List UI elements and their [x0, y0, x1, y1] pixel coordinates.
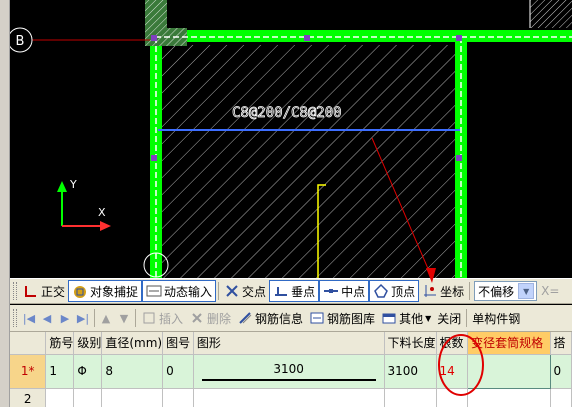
grip-point	[151, 155, 157, 161]
column-header[interactable]: 直径(mm)	[101, 332, 164, 355]
left-panel-strip	[0, 0, 10, 407]
toolbar-grip[interactable]	[13, 309, 17, 327]
column-header[interactable]: 图号	[162, 332, 194, 355]
single-member-button[interactable]: 单构件钢	[469, 307, 523, 329]
column-header[interactable]: 图形	[193, 332, 385, 355]
rebar-grid-toolbar: |◀ ◀ ▶ ▶| ▲ ▼ 插入 删除 钢筋信息 钢筋图库 其他 ▼ 关闭 单构…	[10, 305, 572, 332]
row-number[interactable]: 1*	[10, 354, 47, 389]
move-down-icon[interactable]: ▼	[115, 308, 133, 328]
dynamic-input-icon	[146, 283, 162, 299]
rebar-info-icon	[237, 310, 253, 326]
lap-cell[interactable]: 0	[550, 354, 572, 389]
offset-select[interactable]: 不偏移 ▼	[474, 281, 538, 301]
grid-header-row: 筋号 级别 直径(mm) 图号 图形 下料长度 根数 变径套筒规格 搭	[10, 332, 572, 355]
cad-drawing-svg: B C8@200/C8@200 Y X	[7, 0, 572, 278]
rebar-library-button[interactable]: 钢筋图库	[306, 307, 378, 329]
dynamic-input-button[interactable]: 动态输入	[142, 280, 217, 302]
rebar-grid: 筋号 级别 直径(mm) 图号 图形 下料长度 根数 变径套筒规格 搭 1* 1…	[10, 332, 572, 407]
first-record-icon[interactable]: |◀	[20, 308, 38, 328]
shape-cell[interactable]: 3100	[193, 354, 385, 389]
toolbar-grip[interactable]	[13, 282, 17, 300]
row-number[interactable]: 2	[10, 388, 47, 407]
shape-line	[201, 379, 376, 381]
count-cell[interactable]	[436, 388, 469, 407]
close-button[interactable]: 关闭	[434, 307, 464, 329]
perpendicular-snap-button[interactable]: 垂点	[269, 280, 320, 302]
column-header[interactable]: 搭	[550, 332, 572, 355]
table-row[interactable]: 2	[10, 388, 572, 407]
coordinate-snap-button[interactable]: 坐标	[419, 280, 467, 302]
diameter-cell[interactable]: 8	[101, 354, 164, 389]
snap-toolbar: 正交 对象捕捉 动态输入 交点 垂点 中点 顶点 坐标 不偏移 ▼ X=	[10, 278, 572, 304]
rebar-info-button[interactable]: 钢筋信息	[234, 307, 306, 329]
figure-no-cell[interactable]	[162, 388, 194, 407]
next-record-icon[interactable]: ▶	[56, 308, 74, 328]
grip-point	[304, 35, 310, 41]
chevron-down-icon: ▼	[425, 313, 432, 323]
shape-length-label: 3100	[273, 362, 304, 376]
rebar-library-icon	[309, 310, 325, 326]
delete-button[interactable]: 删除	[186, 307, 234, 329]
figure-no-cell[interactable]: 0	[162, 354, 194, 389]
intersection-snap-button[interactable]: 交点	[221, 280, 269, 302]
column-header[interactable]: 筋号	[45, 332, 75, 355]
delete-icon	[189, 310, 205, 326]
insert-icon	[141, 310, 157, 326]
cut-length-cell[interactable]	[384, 388, 437, 407]
object-snap-icon	[72, 283, 88, 299]
grip-point	[456, 35, 462, 41]
bar-no-cell[interactable]	[45, 388, 75, 407]
table-row[interactable]: 1* 1 Φ 8 0 3100 3100 14 0	[10, 353, 572, 389]
ucs-y-label: Y	[69, 178, 77, 191]
coordinate-icon	[422, 283, 438, 299]
perpendicular-icon	[273, 283, 289, 299]
grip-point	[151, 35, 157, 41]
lap-cell[interactable]	[550, 388, 572, 407]
prev-record-icon[interactable]: ◀	[38, 308, 56, 328]
move-up-icon[interactable]: ▲	[97, 308, 115, 328]
chevron-down-icon: ▼	[518, 283, 535, 299]
bar-no-cell[interactable]: 1	[45, 354, 75, 389]
grade-cell[interactable]	[73, 388, 103, 407]
rebar-label: C8@200/C8@200	[232, 105, 342, 121]
midpoint-snap-button[interactable]: 中点	[319, 280, 370, 302]
last-record-icon[interactable]: ▶|	[74, 308, 92, 328]
cut-length-cell[interactable]: 3100	[384, 354, 437, 389]
sleeve-spec-cell[interactable]	[467, 353, 551, 389]
other-menu-button[interactable]: 其他 ▼	[378, 307, 434, 329]
axis-label-b: B	[16, 34, 25, 49]
intersection-icon	[224, 283, 240, 299]
grade-cell[interactable]: Φ	[73, 354, 103, 389]
x-coordinate-label: X=	[541, 284, 560, 298]
slab-hatch	[160, 45, 460, 278]
vertex-icon	[373, 283, 389, 299]
shape-cell[interactable]	[193, 388, 385, 407]
ucs-x-label: X	[98, 206, 106, 219]
cad-drawing-canvas[interactable]: B C8@200/C8@200 Y X	[0, 0, 572, 278]
column-header[interactable]: 下料长度	[384, 332, 437, 355]
column-header[interactable]: 级别	[73, 332, 103, 355]
other-icon	[381, 310, 397, 326]
midpoint-icon	[323, 283, 339, 299]
column-header[interactable]: 根数	[436, 332, 469, 355]
offset-select-value: 不偏移	[478, 284, 515, 299]
ortho-button[interactable]: 正交	[20, 280, 68, 302]
grip-point	[456, 155, 462, 161]
object-snap-button[interactable]: 对象捕捉	[68, 280, 143, 302]
column-header[interactable]: 变径套筒规格	[467, 332, 551, 355]
row-number-header	[10, 332, 47, 355]
wall-top	[150, 30, 572, 42]
vertex-snap-button[interactable]: 顶点	[369, 280, 420, 302]
ortho-icon	[23, 283, 39, 299]
count-cell[interactable]: 14	[436, 354, 469, 389]
diameter-cell[interactable]	[101, 388, 164, 407]
top-right-block	[530, 0, 572, 28]
sleeve-spec-cell[interactable]	[467, 388, 551, 407]
insert-button[interactable]: 插入	[138, 307, 186, 329]
